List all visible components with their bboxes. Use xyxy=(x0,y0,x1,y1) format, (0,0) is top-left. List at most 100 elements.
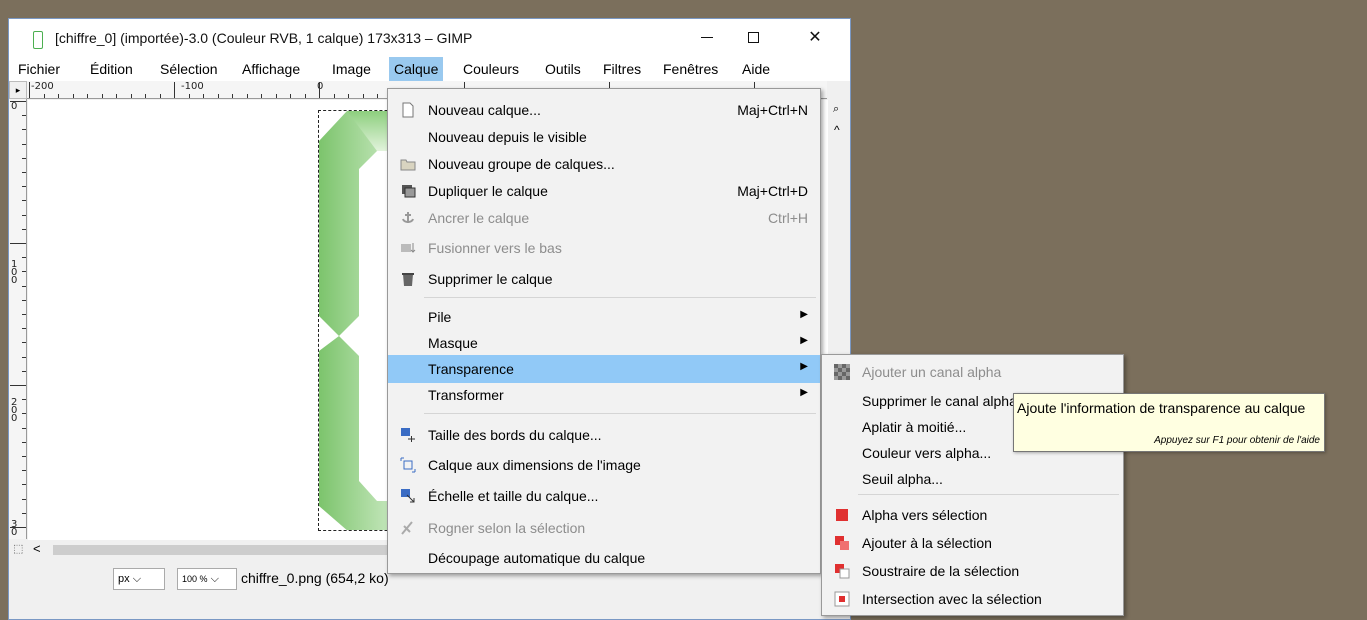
menu-item-stack[interactable]: Pile ▶ xyxy=(388,303,820,331)
menu-item-anchor-layer[interactable]: Ancrer le calque Ctrl+H xyxy=(388,204,820,232)
ruler-tick xyxy=(232,94,233,98)
ruler-tick xyxy=(10,243,26,244)
add-to-selection-icon xyxy=(835,536,849,550)
menu-item-new-layer-group[interactable]: Nouveau groupe de calques... xyxy=(388,150,820,178)
ruler-tick xyxy=(22,441,26,443)
ruler-tick xyxy=(22,314,26,315)
menu-item-add-to-selection[interactable]: Ajouter à la sélection xyxy=(822,529,1123,557)
menu-calque[interactable]: Calque xyxy=(389,57,444,81)
minimize-button[interactable] xyxy=(684,19,730,57)
shortcut-label: Maj+Ctrl+N xyxy=(737,102,808,118)
menu-filtres[interactable]: Filtres xyxy=(598,60,646,78)
menu-separator xyxy=(424,297,816,298)
ruler-tick xyxy=(29,82,30,98)
ruler-label: 200 xyxy=(11,397,18,424)
zoom-value: 100 % xyxy=(182,574,208,584)
menu-selection[interactable]: Sélection xyxy=(155,60,223,78)
menu-item-label: Pile xyxy=(428,309,452,325)
ruler-label: -200 xyxy=(31,81,54,92)
scroll-left-icon[interactable]: < xyxy=(33,541,41,556)
ruler-label: 100 xyxy=(11,259,18,286)
ruler-tick xyxy=(22,143,26,145)
submenu-arrow-icon: ▶ xyxy=(800,387,808,398)
ruler-tick xyxy=(22,157,26,159)
menu-item-delete-layer[interactable]: Supprimer le calque xyxy=(388,265,820,293)
ruler-corner-button[interactable]: ▸ xyxy=(9,81,27,99)
menu-fenetres[interactable]: Fenêtres xyxy=(658,60,723,78)
menu-item-merge-down[interactable]: Fusionner vers le bas xyxy=(388,234,820,262)
zoom-navigation-icon[interactable]: ⌕ xyxy=(833,103,839,116)
shortcut-label: Ctrl+H xyxy=(767,210,808,226)
menu-item-threshold-alpha[interactable]: Seuil alpha... xyxy=(822,465,1123,493)
ruler-tick xyxy=(22,328,26,330)
ruler-tick xyxy=(22,498,26,500)
menu-couleurs[interactable]: Couleurs xyxy=(458,60,524,78)
title-bar[interactable]: [chiffre_0] (importée)-3.0 (Couleur RVB,… xyxy=(9,19,850,57)
close-button[interactable]: ✕ xyxy=(792,19,838,57)
scroll-up-icon[interactable]: ^ xyxy=(834,123,840,137)
ruler-tick xyxy=(22,228,26,230)
menu-outils[interactable]: Outils xyxy=(540,60,586,78)
ruler-tick xyxy=(145,94,146,98)
ruler-tick xyxy=(22,285,26,287)
menu-item-subtract-from-selection[interactable]: Soustraire de la sélection xyxy=(822,557,1123,585)
ruler-tick xyxy=(22,299,26,301)
menu-item-label: Supprimer le calque xyxy=(428,271,553,287)
menu-item-transparency[interactable]: Transparence ▶ xyxy=(388,355,820,383)
crop-icon xyxy=(401,521,413,535)
menu-item-new-layer[interactable]: Nouveau calque... Maj+Ctrl+N xyxy=(388,96,820,124)
ruler-label: 0 xyxy=(11,101,18,112)
menu-item-label: Dupliquer le calque xyxy=(428,183,548,199)
menu-item-crop-to-selection[interactable]: Rogner selon la sélection xyxy=(388,514,820,542)
menu-item-label: Nouveau depuis le visible xyxy=(428,129,587,145)
menu-separator xyxy=(424,413,816,414)
unit-selector[interactable]: px ⌵ xyxy=(113,568,165,590)
ruler-tick xyxy=(159,94,161,98)
vertical-ruler: 0 100 200 30 xyxy=(9,99,27,539)
menu-item-label: Transformer xyxy=(428,387,504,403)
menu-item-layer-to-image-size[interactable]: Calque aux dimensions de l'image xyxy=(388,451,820,479)
ruler-tick xyxy=(43,94,45,98)
layer-to-image-icon xyxy=(400,457,416,473)
menu-item-label: Découpage automatique du calque xyxy=(428,550,646,566)
menu-item-layer-boundary-size[interactable]: Taille des bords du calque... xyxy=(388,421,820,449)
folder-icon xyxy=(400,159,416,171)
ruler-tick xyxy=(275,94,277,98)
menu-affichage[interactable]: Affichage xyxy=(237,60,305,78)
menu-item-new-from-visible[interactable]: Nouveau depuis le visible xyxy=(388,123,820,151)
trash-icon xyxy=(402,273,414,286)
ruler-tick xyxy=(304,94,306,98)
menu-item-label: Échelle et taille du calque... xyxy=(428,488,599,504)
maximize-button[interactable] xyxy=(730,19,776,57)
ruler-tick xyxy=(22,370,26,372)
menu-item-intersect-with-selection[interactable]: Intersection avec la sélection xyxy=(822,585,1123,613)
zoom-selector[interactable]: 100 % ⌵ xyxy=(177,568,237,590)
menu-item-label: Nouveau groupe de calques... xyxy=(428,156,615,172)
duplicate-icon xyxy=(402,185,416,198)
menu-image[interactable]: Image xyxy=(327,60,376,78)
menu-item-transform[interactable]: Transformer ▶ xyxy=(388,381,820,409)
menu-item-duplicate-layer[interactable]: Dupliquer le calque Maj+Ctrl+D xyxy=(388,177,820,205)
ruler-tick xyxy=(22,186,26,188)
menu-edition[interactable]: Édition xyxy=(85,60,138,78)
ruler-tick xyxy=(22,271,26,273)
menu-item-label: Aplatir à moitié... xyxy=(862,419,967,435)
menu-item-alpha-to-selection[interactable]: Alpha vers sélection xyxy=(822,501,1123,529)
quick-mask-icon[interactable]: ⬚ xyxy=(13,542,23,555)
ruler-tick xyxy=(22,413,26,415)
menu-aide[interactable]: Aide xyxy=(737,60,775,78)
window-title: [chiffre_0] (importée)-3.0 (Couleur RVB,… xyxy=(55,30,473,46)
maximize-icon xyxy=(747,32,759,44)
ruler-tick xyxy=(10,101,26,102)
ruler-tick xyxy=(362,94,364,98)
menu-item-add-alpha[interactable]: Ajouter un canal alpha xyxy=(822,358,1123,386)
menu-fichier[interactable]: Fichier xyxy=(13,60,65,78)
menu-bar: Fichier Édition Sélection Affichage Imag… xyxy=(9,57,850,81)
ruler-tick xyxy=(130,94,132,98)
horizontal-scroll-thumb[interactable] xyxy=(53,545,393,555)
menu-item-autocrop-layer[interactable]: Découpage automatique du calque xyxy=(388,544,820,572)
menu-item-label: Rogner selon la sélection xyxy=(428,520,586,536)
menu-item-label: Nouveau calque... xyxy=(428,102,541,118)
menu-item-scale-layer[interactable]: Échelle et taille du calque... xyxy=(388,482,820,510)
menu-item-mask[interactable]: Masque ▶ xyxy=(388,329,820,357)
